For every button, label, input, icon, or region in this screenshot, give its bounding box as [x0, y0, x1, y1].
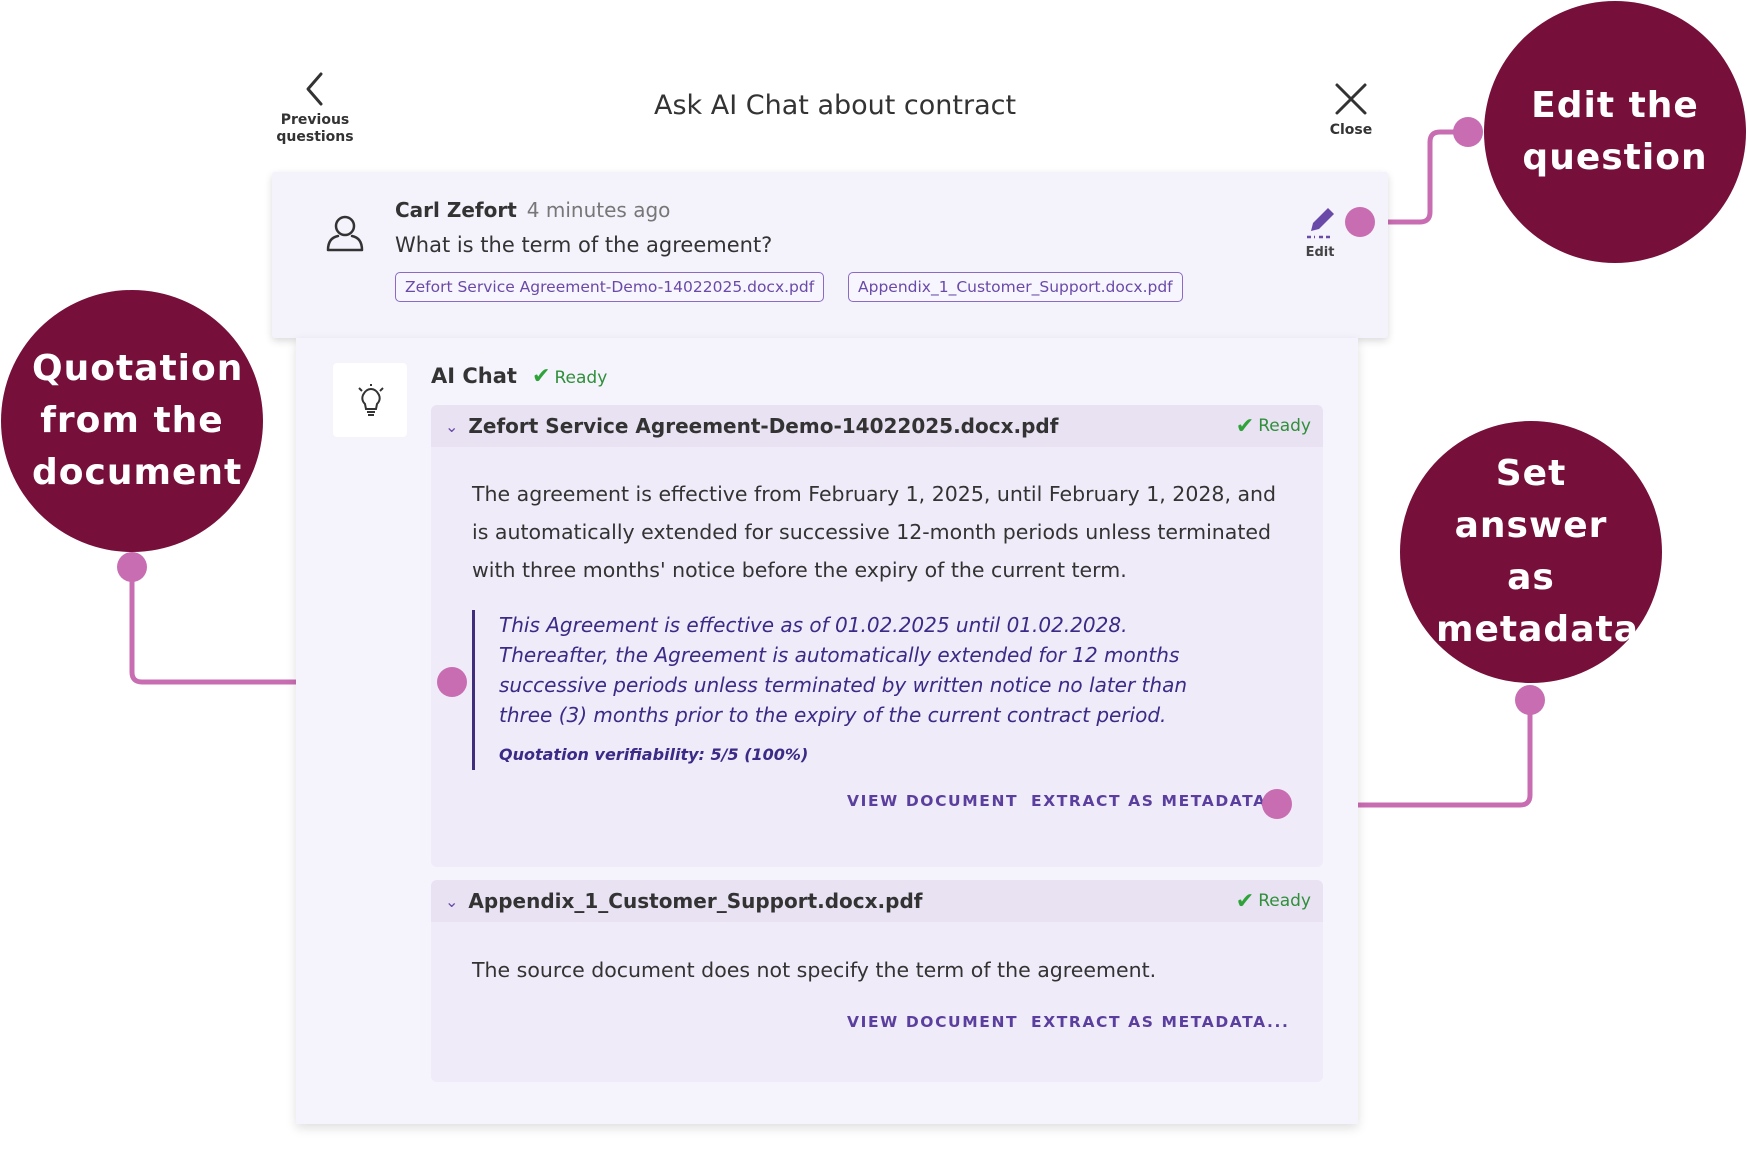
chevron-down-icon: ⌄	[445, 416, 459, 436]
question-text: What is the term of the agreement?	[395, 233, 773, 257]
attachment-chip[interactable]: Appendix_1_Customer_Support.docx.pdf	[848, 272, 1183, 302]
section-status: Ready	[1258, 891, 1311, 911]
ai-avatar	[333, 363, 407, 437]
user-icon	[326, 215, 364, 252]
connector-dot	[437, 667, 467, 697]
edit-label: Edit	[1305, 245, 1335, 260]
section-status: Ready	[1258, 416, 1311, 436]
connector-dot	[1262, 789, 1292, 819]
ai-status: Ready	[554, 368, 608, 388]
callout-edit-question: Edit the question	[1484, 1, 1746, 263]
connector-dot	[117, 552, 147, 582]
callout-metadata: Set answer as metadata	[1400, 421, 1662, 683]
quotation-text: This Agreement is effective as of 01.02.…	[499, 613, 1187, 727]
question-author: Carl Zefort	[395, 198, 517, 222]
extract-metadata-button[interactable]: EXTRACT AS METADATA...	[1031, 1013, 1290, 1031]
extract-metadata-button[interactable]: EXTRACT AS METADATA...	[1031, 792, 1290, 810]
section-header[interactable]: ⌄ Zefort Service Agreement-Demo-14022025…	[431, 405, 1323, 447]
previous-questions-button[interactable]: Previous questions	[270, 70, 360, 146]
section-header[interactable]: ⌄ Appendix_1_Customer_Support.docx.pdf ✔…	[431, 880, 1323, 922]
close-icon	[1335, 83, 1367, 115]
quotation-block: This Agreement is effective as of 01.02.…	[472, 610, 1239, 770]
close-button[interactable]: Close	[1313, 80, 1389, 139]
callout-metadata-text: Set answer as metadata	[1436, 453, 1639, 650]
question-time: 4 minutes ago	[526, 198, 671, 222]
edit-question-button[interactable]: Edit	[1300, 203, 1340, 260]
previous-questions-label-line1: Previous	[280, 112, 350, 128]
question-meta: Carl Zefort 4 minutes ago	[395, 198, 670, 222]
lightbulb-icon	[358, 384, 384, 416]
quotation-verifiability: Quotation verifiability: 5/5 (100%)	[499, 745, 809, 764]
callout-edit-question-text: Edit the question	[1522, 85, 1708, 178]
answer-text: The source document does not specify the…	[472, 958, 1157, 982]
answer-section: ⌄ Appendix_1_Customer_Support.docx.pdf ✔…	[431, 880, 1323, 1082]
attachment-chip[interactable]: Zefort Service Agreement-Demo-14022025.d…	[395, 272, 825, 302]
pencil-icon	[1307, 208, 1334, 239]
callout-quotation: Quotation from the document	[1, 290, 263, 552]
page-title: Ask AI Chat about contract	[654, 90, 1017, 121]
section-title: Appendix_1_Customer_Support.docx.pdf	[468, 889, 923, 913]
connector-dot	[1345, 207, 1375, 237]
check-icon: ✔	[1235, 413, 1255, 439]
view-document-button[interactable]: VIEW DOCUMENT	[847, 792, 1018, 810]
view-document-button[interactable]: VIEW DOCUMENT	[847, 1013, 1018, 1031]
close-label: Close	[1329, 122, 1373, 138]
connector-dot	[1515, 685, 1545, 715]
ai-header: AI Chat ✔ Ready	[431, 364, 607, 389]
answer-text: The agreement is effective from February…	[472, 482, 1277, 582]
answer-section: ⌄ Zefort Service Agreement-Demo-14022025…	[431, 405, 1323, 867]
connector-dot	[1453, 117, 1483, 147]
chevron-down-icon: ⌄	[445, 891, 459, 911]
ai-name: AI Chat	[431, 364, 517, 388]
previous-questions-label-line2: questions	[276, 129, 354, 145]
check-icon: ✔	[1235, 888, 1255, 914]
chevron-left-icon	[306, 72, 323, 106]
callout-quotation-text: Quotation from the document	[32, 348, 244, 493]
section-title: Zefort Service Agreement-Demo-14022025.d…	[468, 414, 1059, 438]
check-icon: ✔	[532, 364, 551, 389]
